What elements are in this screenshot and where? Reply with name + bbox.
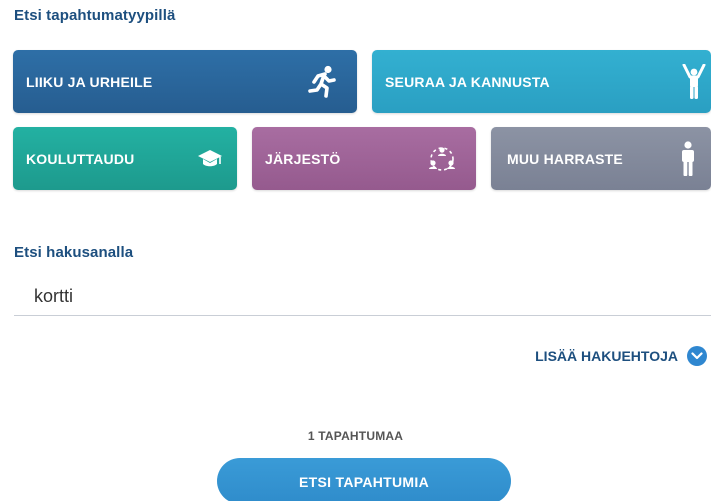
cheering-person-icon — [681, 63, 707, 100]
type-button-liiku-ja-urheile[interactable]: LIIKU JA URHEILE — [13, 50, 357, 113]
graduation-cap-icon — [197, 148, 223, 170]
type-button-seuraa-ja-kannusta[interactable]: SEURAA JA KANNUSTA — [372, 50, 711, 113]
event-search-page: Etsi tapahtumatyypillä LIIKU JA URHEILE … — [0, 0, 711, 501]
type-button-label: MUU HARRASTE — [507, 150, 623, 167]
search-events-button[interactable]: ETSI TAPAHTUMIA — [217, 458, 511, 501]
type-button-label: SEURAA JA KANNUSTA — [385, 73, 550, 90]
keyword-search-field — [14, 278, 711, 316]
type-button-jarjesto[interactable]: JÄRJESTÖ — [252, 127, 476, 190]
more-criteria-label: LISÄÄ HAKUEHTOJA — [535, 348, 678, 364]
type-button-muu-harraste[interactable]: MUU HARRASTE — [491, 127, 711, 190]
standing-person-icon — [679, 140, 697, 177]
search-by-keyword-heading: Etsi hakusanalla — [14, 244, 134, 261]
group-people-icon — [428, 145, 456, 173]
keyword-search-input[interactable] — [14, 278, 711, 314]
type-button-kouluttaudu[interactable]: KOULUTTAUDU — [13, 127, 237, 190]
type-button-label: LIIKU JA URHEILE — [26, 73, 153, 90]
type-button-label: JÄRJESTÖ — [265, 150, 341, 167]
chevron-down-icon — [687, 346, 707, 366]
search-by-type-heading: Etsi tapahtumatyypillä — [14, 7, 176, 24]
type-button-label: KOULUTTAUDU — [26, 150, 135, 167]
running-person-icon — [307, 65, 337, 99]
result-count: 1 TAPAHTUMAA — [307, 429, 404, 443]
more-search-criteria-toggle[interactable]: LISÄÄ HAKUEHTOJA — [535, 346, 707, 366]
search-events-button-label: ETSI TAPAHTUMIA — [299, 474, 429, 490]
